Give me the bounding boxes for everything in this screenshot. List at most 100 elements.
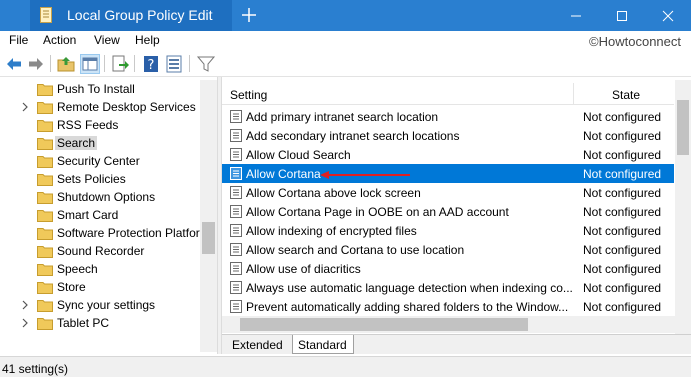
menu-action[interactable]: Action (43, 33, 76, 47)
setting-name: Add primary intranet search location (246, 110, 439, 124)
folder-icon (37, 102, 53, 114)
tree-item-label: Shutdown Options (57, 190, 156, 204)
folder-icon (37, 300, 53, 312)
red-arrow-icon (320, 171, 410, 179)
forward-arrow-icon[interactable] (26, 54, 46, 74)
folder-icon (37, 210, 53, 222)
up-folder-icon[interactable] (56, 54, 76, 74)
menu-view[interactable]: View (94, 33, 120, 47)
table-row[interactable]: Allow use of diacritics Not configured (222, 259, 674, 278)
tree-item[interactable]: Sets Policies (0, 170, 200, 188)
setting-name: Allow Cortana Page in OOBE on an AAD acc… (246, 205, 509, 219)
tree-item[interactable]: Speech (0, 260, 200, 278)
toolbar-separator (50, 55, 51, 72)
setting-name: Allow indexing of encrypted files (246, 224, 417, 238)
setting-state: Not configured (583, 148, 662, 162)
tree-scrollbar[interactable] (200, 80, 217, 352)
tree-item[interactable]: Sound Recorder (0, 242, 200, 260)
tree-item[interactable]: Smart Card (0, 206, 200, 224)
chevron-right-icon[interactable] (21, 102, 29, 112)
tree-item-label: Sets Policies (57, 172, 126, 186)
export-list-icon[interactable] (110, 54, 130, 74)
watermark: ©Howtoconnect (589, 34, 681, 49)
properties-icon[interactable] (164, 54, 184, 74)
setting-state: Not configured (583, 167, 662, 181)
tree-item-label: RSS Feeds (57, 118, 119, 132)
policy-setting-icon (230, 224, 242, 237)
setting-state: Not configured (583, 186, 662, 200)
filter-icon[interactable] (196, 54, 216, 74)
window-tab[interactable]: Local Group Policy Edit (30, 0, 232, 31)
back-arrow-icon[interactable] (4, 54, 24, 74)
policy-setting-icon (230, 148, 242, 161)
title-bar: Local Group Policy Edit (0, 0, 691, 31)
tab-standard[interactable]: Standard (292, 335, 354, 354)
close-icon (662, 10, 674, 22)
setting-name: Allow Cortana above lock screen (246, 186, 421, 200)
table-row[interactable]: Prevent automatically adding shared fold… (222, 297, 674, 316)
tree-item[interactable]: Remote Desktop Services (0, 98, 200, 116)
folder-icon (37, 138, 53, 150)
toolbar-separator (189, 55, 190, 72)
chevron-right-icon[interactable] (21, 318, 29, 328)
tree-item[interactable]: Tablet PC (0, 314, 200, 332)
tab-extended[interactable]: Extended (232, 335, 294, 354)
tree-item[interactable]: Store (0, 278, 200, 296)
new-tab-icon[interactable] (240, 6, 258, 24)
tree-item[interactable]: Push To Install (0, 80, 200, 98)
tree-item[interactable]: Software Protection Platfor (0, 224, 200, 242)
setting-state: Not configured (583, 243, 662, 257)
minimize-icon (571, 15, 581, 17)
setting-name: Allow search and Cortana to use location (246, 243, 465, 257)
tree-item[interactable]: RSS Feeds (0, 116, 200, 134)
toolbar-separator (104, 55, 105, 72)
tree-item[interactable]: Security Center (0, 152, 200, 170)
table-row[interactable]: Allow Cortana Page in OOBE on an AAD acc… (222, 202, 674, 221)
help-icon[interactable]: ? (141, 54, 161, 74)
tree-item-label: Software Protection Platfor (57, 226, 200, 240)
maximize-button[interactable] (599, 0, 645, 31)
status-bar: 41 setting(s) (0, 356, 691, 377)
table-row[interactable]: Always use automatic language detection … (222, 278, 674, 297)
policy-setting-icon (230, 186, 242, 199)
menu-bar: File Action View Help ©Howtoconnect (0, 31, 691, 50)
show-hide-tree-button[interactable] (80, 54, 100, 74)
settings-list: Setting State Add primary intranet searc… (222, 80, 691, 334)
chevron-right-icon[interactable] (21, 300, 29, 310)
table-row[interactable]: Add primary intranet search location Not … (222, 107, 674, 126)
tree-item-label: Search (55, 136, 98, 150)
column-divider[interactable] (573, 83, 574, 105)
tree-item[interactable]: Shutdown Options (0, 188, 200, 206)
tree-pane: Push To Install Remote Desktop Services RS… (0, 80, 216, 352)
tree-item[interactable]: Sync your settings (0, 296, 200, 314)
folder-icon (37, 318, 53, 330)
column-header-state[interactable]: State (612, 88, 640, 102)
table-row[interactable]: Allow indexing of encrypted files Not con… (222, 221, 674, 240)
menu-help[interactable]: Help (135, 33, 160, 47)
minimize-button[interactable] (553, 0, 599, 31)
list-horizontal-scrollbar-thumb[interactable] (240, 318, 528, 331)
list-scrollbar-thumb[interactable] (677, 100, 689, 155)
close-button[interactable] (645, 0, 691, 31)
setting-name: Always use automatic language detection … (246, 281, 573, 295)
tree-item-label: Security Center (57, 154, 140, 168)
tree-item[interactable]: Search (0, 134, 200, 152)
table-row[interactable]: Add secondary intranet search locations N… (222, 126, 674, 145)
view-tabs: Extended Standard (222, 334, 691, 354)
table-row[interactable]: Allow Cortana Not configured (222, 164, 674, 183)
policy-setting-icon (230, 129, 242, 142)
setting-name: Add secondary intranet search locations (246, 129, 460, 143)
table-row[interactable]: Allow Cortana above lock screen Not confi… (222, 183, 674, 202)
folder-icon (37, 282, 53, 294)
column-header-setting[interactable]: Setting (230, 88, 267, 102)
policy-setting-icon (230, 110, 242, 123)
tree-item-label: Push To Install (57, 82, 135, 96)
setting-state: Not configured (583, 110, 662, 124)
table-row[interactable]: Allow search and Cortana to use location… (222, 240, 674, 259)
tree-scrollbar-thumb[interactable] (202, 222, 215, 254)
policy-setting-icon (230, 281, 242, 294)
menu-file[interactable]: File (9, 33, 28, 47)
table-row[interactable]: Allow Cloud Search Not configured (222, 145, 674, 164)
tree-item-label: Smart Card (57, 208, 119, 222)
tree-item-label: Speech (57, 262, 98, 276)
